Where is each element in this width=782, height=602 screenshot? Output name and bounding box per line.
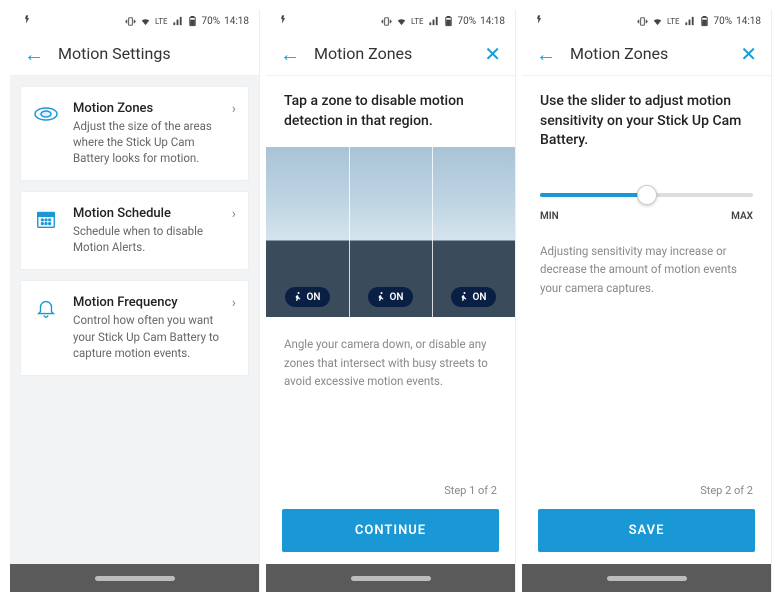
- calendar-icon: [33, 206, 59, 232]
- battery-pct: 70%: [202, 16, 221, 27]
- lte-label: LTE: [411, 17, 424, 26]
- continue-button[interactable]: CONTINUE: [282, 509, 499, 552]
- battery-pct: 70%: [714, 16, 733, 27]
- item-title: Motion Zones: [73, 101, 234, 116]
- step-indicator: Step 1 of 2: [266, 478, 515, 503]
- statusbar: LTE 70% 14:18: [266, 10, 515, 32]
- hint-text: Angle your camera down, or disable any z…: [266, 323, 515, 478]
- activity-icon: [276, 14, 287, 28]
- slider-max-label: MAX: [731, 211, 753, 222]
- lte-label: LTE: [155, 17, 168, 26]
- signal-icon: [172, 16, 183, 27]
- screen-motion-zones-step2: LTE 70% 14:18 ← Motion Zones ✕ Use the s…: [522, 10, 772, 592]
- sensitivity-content: Use the slider to adjust motion sensitiv…: [522, 76, 771, 564]
- page-title: Motion Zones: [314, 44, 470, 63]
- wifi-icon: [140, 16, 151, 27]
- back-icon[interactable]: ←: [536, 44, 556, 64]
- camera-preview[interactable]: ON ON ON: [266, 147, 515, 317]
- bell-icon: [33, 295, 59, 321]
- running-icon: [457, 291, 469, 303]
- instructions: Tap a zone to disable motion detection i…: [266, 76, 515, 141]
- item-title: Motion Schedule: [73, 206, 234, 221]
- statusbar: LTE 70% 14:18: [522, 10, 771, 32]
- screen-motion-zones-step1: LTE 70% 14:18 ← Motion Zones ✕ Tap a zon…: [266, 10, 516, 592]
- zone-label: ON: [307, 292, 321, 303]
- chevron-right-icon: ›: [232, 101, 236, 117]
- zone-1-toggle[interactable]: ON: [285, 287, 331, 307]
- close-icon[interactable]: ✕: [740, 42, 757, 66]
- battery-pct: 70%: [458, 16, 477, 27]
- zone-2-toggle[interactable]: ON: [368, 287, 414, 307]
- appbar: ← Motion Zones ✕: [266, 32, 515, 76]
- chevron-right-icon: ›: [232, 295, 236, 311]
- clock: 14:18: [736, 16, 761, 27]
- item-desc: Adjust the size of the areas where the S…: [73, 118, 234, 166]
- activity-icon: [532, 14, 543, 28]
- wifi-icon: [396, 16, 407, 27]
- battery-icon: [187, 16, 198, 27]
- screen-motion-settings: LTE 70% 14:18 ← Motion Settings Motion Z…: [10, 10, 260, 592]
- item-desc: Control how often you want your Stick Up…: [73, 312, 234, 360]
- appbar: ← Motion Zones ✕: [522, 32, 771, 76]
- signal-icon: [428, 16, 439, 27]
- running-icon: [291, 291, 303, 303]
- vibrate-icon: [637, 16, 648, 27]
- back-icon[interactable]: ←: [280, 44, 300, 64]
- back-icon[interactable]: ←: [24, 44, 44, 64]
- battery-icon: [699, 16, 710, 27]
- slider-thumb[interactable]: [637, 185, 657, 205]
- step-indicator: Step 2 of 2: [522, 478, 771, 503]
- hint-text: Adjusting sensitivity may increase or de…: [522, 230, 771, 478]
- page-title: Motion Zones: [570, 44, 726, 63]
- wifi-icon: [652, 16, 663, 27]
- android-navbar[interactable]: [522, 564, 771, 592]
- item-desc: Schedule when to disable Motion Alerts.: [73, 223, 234, 255]
- save-button[interactable]: SAVE: [538, 509, 755, 552]
- zone-label: ON: [390, 292, 404, 303]
- vibrate-icon: [125, 16, 136, 27]
- statusbar: LTE 70% 14:18: [10, 10, 259, 32]
- android-navbar[interactable]: [10, 564, 259, 592]
- item-title: Motion Frequency: [73, 295, 234, 310]
- page-title: Motion Settings: [58, 44, 245, 63]
- item-motion-frequency[interactable]: Motion Frequency Control how often you w…: [20, 280, 249, 375]
- appbar: ← Motion Settings: [10, 32, 259, 76]
- motion-zones-icon: [33, 101, 59, 127]
- instructions: Use the slider to adjust motion sensitiv…: [522, 76, 771, 161]
- item-motion-schedule[interactable]: Motion Schedule Schedule when to disable…: [20, 191, 249, 270]
- close-icon[interactable]: ✕: [484, 42, 501, 66]
- lte-label: LTE: [667, 17, 680, 26]
- zone-label: ON: [473, 292, 487, 303]
- battery-icon: [443, 16, 454, 27]
- chevron-right-icon: ›: [232, 206, 236, 222]
- activity-icon: [20, 14, 31, 28]
- android-navbar[interactable]: [266, 564, 515, 592]
- signal-icon: [684, 16, 695, 27]
- slider-min-label: MIN: [540, 211, 559, 222]
- zone-3-toggle[interactable]: ON: [451, 287, 497, 307]
- running-icon: [374, 291, 386, 303]
- item-motion-zones[interactable]: Motion Zones Adjust the size of the area…: [20, 86, 249, 181]
- slider-fill: [540, 193, 647, 197]
- clock: 14:18: [224, 16, 249, 27]
- settings-content: Motion Zones Adjust the size of the area…: [10, 76, 259, 564]
- clock: 14:18: [480, 16, 505, 27]
- settings-list: Motion Zones Adjust the size of the area…: [10, 76, 259, 386]
- zones-content: Tap a zone to disable motion detection i…: [266, 76, 515, 564]
- vibrate-icon: [381, 16, 392, 27]
- sensitivity-slider[interactable]: MIN MAX: [522, 161, 771, 230]
